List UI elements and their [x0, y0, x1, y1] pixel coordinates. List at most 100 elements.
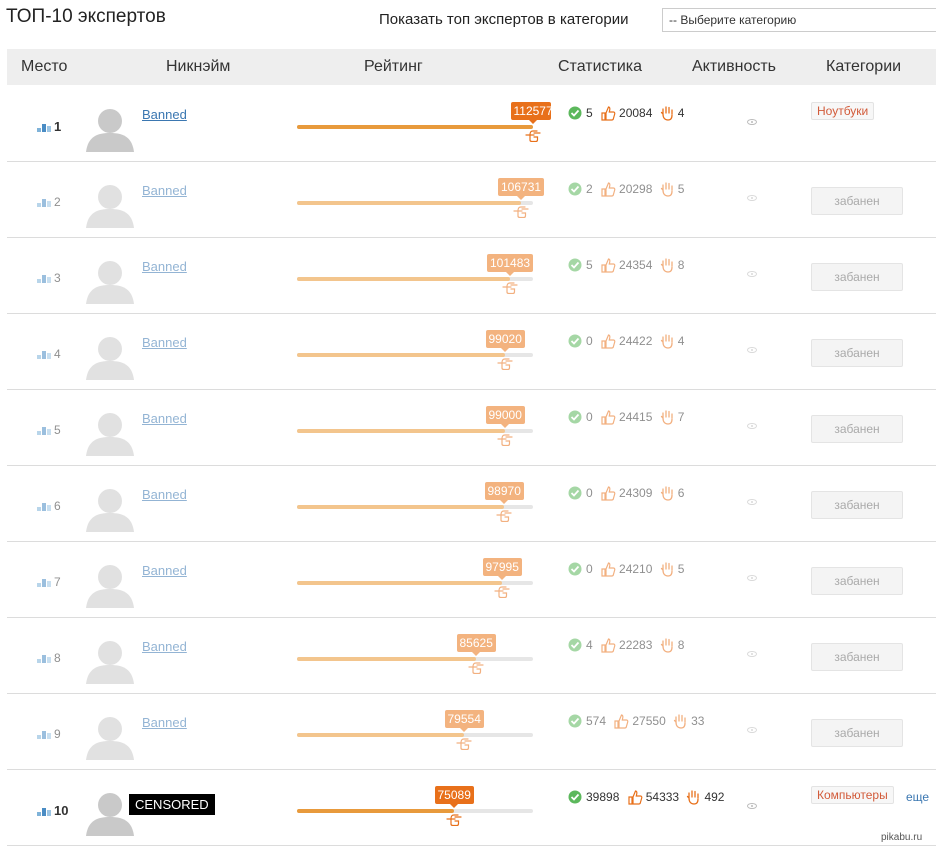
hands-count: 492	[704, 790, 725, 804]
place-cell: 3	[37, 271, 61, 285]
avatar[interactable]	[86, 562, 134, 608]
likes-count: 54333	[645, 790, 680, 804]
avatar[interactable]	[86, 106, 134, 152]
nickname-link[interactable]: Banned	[142, 411, 187, 426]
user-silhouette-icon	[86, 565, 134, 612]
hands-count: 33	[691, 714, 705, 728]
table-header: Место Никнэйм Рейтинг Статистика Активно…	[7, 49, 936, 85]
place-number: 5	[54, 423, 61, 437]
place-cell: 10	[37, 803, 68, 818]
banned-button[interactable]: забанен	[811, 339, 903, 367]
pointing-hand-icon[interactable]	[494, 584, 510, 599]
thumbs-up-icon	[600, 409, 616, 425]
thumbs-up-icon	[600, 257, 616, 273]
avatar[interactable]	[86, 182, 134, 228]
rating-tag-arrow	[460, 728, 468, 732]
rating-tag-arrow	[472, 652, 480, 656]
pointing-hand-icon[interactable]	[496, 508, 512, 523]
category-tag[interactable]: Ноутбуки	[811, 102, 875, 120]
place-number: 1	[54, 119, 62, 134]
rating-tag-arrow	[498, 576, 506, 580]
banned-button[interactable]: забанен	[811, 415, 903, 443]
pointing-hand-icon[interactable]	[497, 432, 513, 447]
user-silhouette-icon	[86, 641, 134, 688]
banned-button[interactable]: забанен	[811, 491, 903, 519]
rank-bars-icon	[37, 423, 54, 437]
hands-count: 4	[677, 106, 685, 120]
rating-value: 99000	[485, 406, 525, 424]
pointing-hand-icon[interactable]	[513, 204, 529, 219]
column-header-rating[interactable]: Рейтинг	[364, 58, 423, 76]
more-categories-link[interactable]: еще	[906, 790, 929, 804]
avatar[interactable]	[86, 790, 134, 836]
statistics-cell: 0 24210 5	[567, 561, 725, 579]
rating-value: 85625	[456, 634, 496, 652]
raised-hand-icon	[660, 257, 675, 273]
avatar[interactable]	[86, 714, 134, 760]
column-header-activity[interactable]: Активность	[692, 58, 776, 76]
avatar[interactable]	[86, 410, 134, 456]
column-header-statistics[interactable]: Статистика	[558, 58, 642, 76]
rating-value: 79554	[444, 710, 484, 728]
nickname-link[interactable]: Banned	[142, 487, 187, 502]
column-header-categories[interactable]: Категории	[826, 58, 901, 76]
avatar[interactable]	[86, 638, 134, 684]
rating-bar	[297, 277, 533, 281]
place-number: 4	[54, 347, 61, 361]
nickname-link[interactable]: Banned	[142, 563, 187, 578]
nickname-link[interactable]: Banned	[142, 639, 187, 654]
nickname-link[interactable]: Banned	[142, 259, 187, 274]
table-row: 6 Banned 98970 0 24309 6 забанен	[7, 466, 936, 542]
pointing-hand-icon[interactable]	[497, 356, 513, 371]
likes-count: 24354	[619, 258, 653, 272]
banned-button[interactable]: забанен	[811, 187, 903, 215]
category-filter-label: Показать топ экспертов в категории	[379, 11, 629, 28]
avatar[interactable]	[86, 334, 134, 380]
rating-tag-arrow	[501, 348, 509, 352]
banned-button[interactable]: забанен	[811, 567, 903, 595]
pointing-hand-icon[interactable]	[525, 128, 541, 143]
answers-count: 39898	[586, 790, 620, 804]
statistics-cell: 4 22283 8	[567, 637, 725, 655]
nickname-link[interactable]: Banned	[142, 335, 187, 350]
eye-icon	[747, 644, 757, 657]
banned-button[interactable]: забанен	[811, 643, 903, 671]
statistics-cell: 0 24422 4	[567, 333, 725, 351]
eye-icon	[747, 492, 757, 505]
user-silhouette-icon	[86, 717, 134, 764]
thumbs-up-icon	[627, 789, 643, 805]
banned-button[interactable]: забанен	[811, 719, 903, 747]
eye-icon	[747, 112, 757, 125]
answers-count: 4	[586, 638, 593, 652]
place-number: 6	[54, 499, 61, 513]
eye-icon	[747, 796, 757, 809]
nickname-link[interactable]: Banned	[142, 183, 187, 198]
category-select[interactable]: -- Выберите категорию	[662, 8, 936, 32]
column-header-place[interactable]: Место	[21, 58, 67, 76]
category-tag[interactable]: Компьютеры	[811, 786, 894, 804]
rating-value: 112577	[510, 102, 551, 120]
statistics-cell: 574 27550 33	[567, 713, 725, 731]
user-silhouette-icon	[86, 109, 134, 156]
avatar[interactable]	[86, 258, 134, 304]
pointing-hand-icon[interactable]	[502, 280, 518, 295]
pointing-hand-icon[interactable]	[468, 660, 484, 675]
answers-count: 5	[586, 258, 593, 272]
table-row: 1 Banned 112577 5 20084 4 Ноутбуки	[7, 86, 936, 162]
banned-button[interactable]: забанен	[811, 263, 903, 291]
rank-bars-icon	[37, 347, 54, 361]
answers-count: 574	[586, 714, 607, 728]
nickname-link[interactable]: Banned	[142, 715, 187, 730]
column-header-nickname[interactable]: Никнэйм	[166, 58, 230, 76]
table-row: 5 Banned 99000 0 24415 7 забанен	[7, 390, 936, 466]
table-row: 4 Banned 99020 0 24422 4 забанен	[7, 314, 936, 390]
check-icon	[567, 258, 583, 273]
nickname-link[interactable]: Banned	[142, 107, 187, 122]
table-row: 9 Banned 79554 574 27550 33 забанен	[7, 694, 936, 770]
pointing-hand-icon[interactable]	[446, 812, 462, 827]
raised-hand-icon	[660, 333, 675, 349]
place-cell: 8	[37, 651, 61, 665]
eye-icon	[747, 188, 757, 201]
pointing-hand-icon[interactable]	[456, 736, 472, 751]
avatar[interactable]	[86, 486, 134, 532]
